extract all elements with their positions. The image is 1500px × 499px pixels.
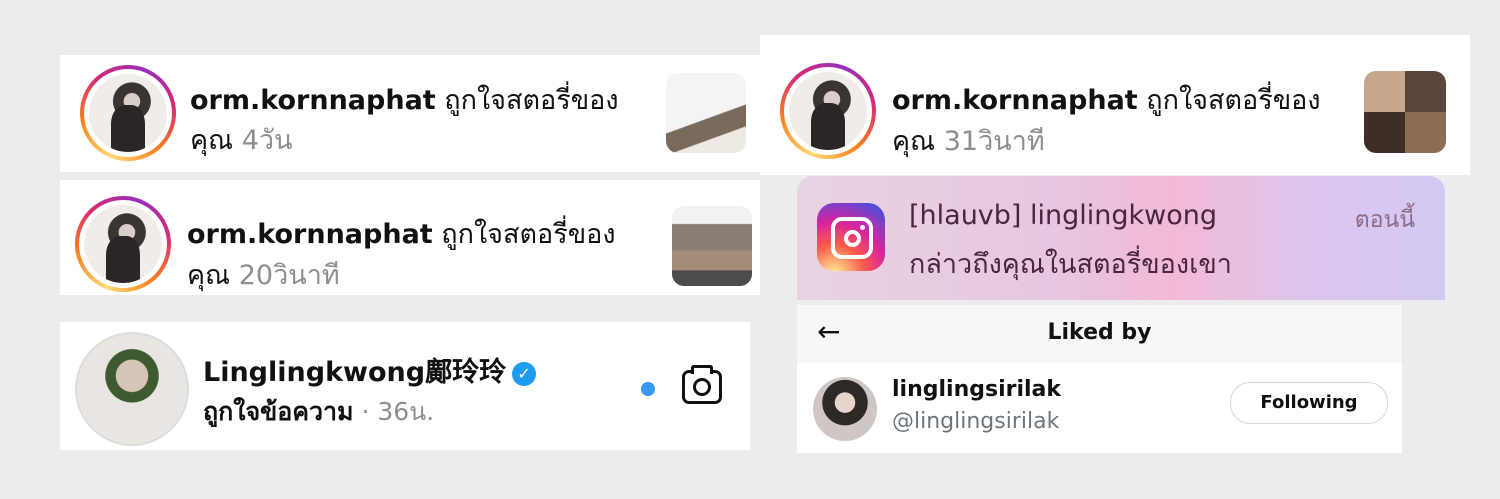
timestamp: 20วินาที (238, 260, 340, 291)
banner-time: ตอนนี้ (1354, 207, 1415, 233)
avatar (789, 72, 867, 150)
page-title: Liked by (1047, 320, 1152, 345)
notification-card-1[interactable]: orm.kornnaphat ถูกใจสตอรี่ของ คุณ 4วัน (60, 55, 760, 172)
avatar[interactable] (813, 377, 877, 441)
camera-icon[interactable] (682, 365, 722, 404)
message-card[interactable]: Linglingkwong鄺玲玲 ✓ ถูกใจข้อความ · 36น. (60, 322, 750, 450)
user-handle: @linglingsirilak (892, 409, 1060, 434)
following-button[interactable]: Following (1230, 382, 1388, 424)
timestamp: 36น. (377, 397, 435, 426)
banner-body: กล่าวถึงคุณในสตอรี่ของเขา (909, 249, 1232, 280)
separator-dot: · (361, 397, 370, 426)
story-thumbnail[interactable] (672, 206, 752, 286)
action-text: ถูกใจสตอรี่ของ (1146, 85, 1321, 116)
message-status: ถูกใจข้อความ (203, 397, 354, 426)
action-text: ถูกใจสตอรี่ของ (441, 219, 616, 250)
action-text-2: คุณ (187, 260, 231, 291)
avatar (84, 205, 162, 283)
notification-card-3[interactable]: orm.kornnaphat ถูกใจสตอรี่ของ คุณ 31วินา… (760, 35, 1470, 175)
story-thumbnail[interactable] (666, 73, 746, 153)
liked-by-user-row[interactable]: linglingsirilak @linglingsirilak Followi… (797, 363, 1402, 453)
user-name[interactable]: linglingsirilak (892, 377, 1061, 402)
liked-by-header: ← Liked by (797, 305, 1402, 363)
action-text-2: คุณ (190, 125, 234, 156)
verified-badge-icon: ✓ (512, 361, 537, 386)
avatar (89, 74, 167, 152)
story-ring-avatar[interactable] (80, 65, 176, 161)
avatar[interactable] (75, 332, 189, 446)
contact-name[interactable]: Linglingkwong鄺玲玲 (203, 357, 506, 388)
story-ring-avatar[interactable] (780, 63, 876, 159)
notification-card-2[interactable]: orm.kornnaphat ถูกใจสตอรี่ของ คุณ 20วินา… (60, 180, 760, 295)
action-text: ถูกใจสตอรี่ของ (444, 85, 619, 116)
username[interactable]: orm.kornnaphat (892, 85, 1138, 116)
push-notification-banner[interactable]: [hlauvb] linglingkwong กล่าวถึงคุณในสตอร… (797, 176, 1445, 300)
action-text-2: คุณ (892, 126, 936, 157)
timestamp: 31วินาที (943, 126, 1045, 157)
banner-title: [hlauvb] linglingkwong (909, 200, 1218, 231)
story-ring-avatar[interactable] (75, 196, 171, 292)
instagram-app-icon (817, 203, 885, 271)
timestamp: 4วัน (241, 125, 293, 156)
story-thumbnail[interactable] (1364, 71, 1446, 153)
username[interactable]: orm.kornnaphat (187, 219, 433, 250)
username[interactable]: orm.kornnaphat (190, 85, 436, 116)
unread-dot (641, 382, 655, 396)
